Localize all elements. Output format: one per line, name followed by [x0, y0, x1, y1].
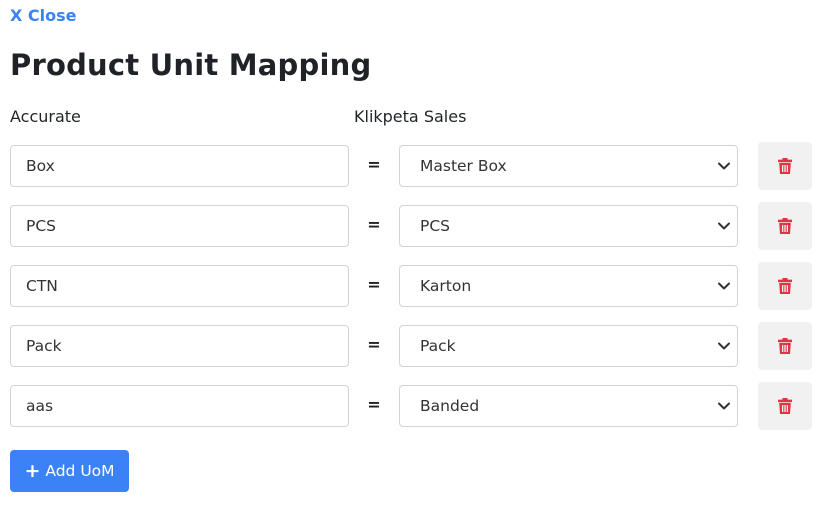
trash-icon — [778, 278, 792, 294]
equals-sign: = — [367, 395, 381, 414]
klikpeta-unit-select[interactable]: Master Box — [399, 145, 738, 187]
delete-row-button[interactable] — [758, 322, 812, 370]
accurate-unit-input[interactable] — [10, 205, 349, 247]
trash-icon — [778, 218, 792, 234]
equals-sign: = — [367, 275, 381, 294]
mapping-row: = Karton — [0, 262, 823, 322]
chevron-down-icon — [718, 402, 730, 410]
klikpeta-unit-select[interactable]: PCS — [399, 205, 738, 247]
klikpeta-unit-select-value: PCS — [420, 217, 451, 235]
delete-row-button[interactable] — [758, 202, 812, 250]
equals-sign: = — [367, 335, 381, 354]
delete-row-button[interactable] — [758, 142, 812, 190]
mapping-row: = Pack — [0, 322, 823, 382]
trash-icon — [778, 338, 792, 354]
trash-icon — [778, 158, 792, 174]
delete-row-button[interactable] — [758, 382, 812, 430]
mapping-row: = Master Box — [0, 142, 823, 202]
add-uom-button[interactable]: + Add UoM — [10, 450, 129, 492]
accurate-unit-input[interactable] — [10, 385, 349, 427]
equals-sign: = — [367, 155, 381, 174]
equals-sign: = — [367, 215, 381, 234]
klikpeta-unit-select[interactable]: Karton — [399, 265, 738, 307]
column-label-accurate: Accurate — [10, 107, 81, 126]
accurate-unit-input[interactable] — [10, 145, 349, 187]
klikpeta-unit-select[interactable]: Pack — [399, 325, 738, 367]
accurate-unit-input[interactable] — [10, 265, 349, 307]
column-label-klikpeta-sales: Klikpeta Sales — [354, 107, 467, 126]
accurate-unit-input[interactable] — [10, 325, 349, 367]
klikpeta-unit-select-value: Banded — [420, 397, 480, 415]
mapping-row: = Banded — [0, 382, 823, 442]
plus-icon: + — [24, 459, 41, 482]
delete-row-button[interactable] — [758, 262, 812, 310]
mapping-row: = PCS — [0, 202, 823, 262]
chevron-down-icon — [718, 162, 730, 170]
chevron-down-icon — [718, 282, 730, 290]
trash-icon — [778, 398, 792, 414]
close-link[interactable]: X Close — [10, 6, 77, 25]
chevron-down-icon — [718, 342, 730, 350]
klikpeta-unit-select-value: Karton — [420, 277, 472, 295]
klikpeta-unit-select-value: Master Box — [420, 157, 507, 175]
klikpeta-unit-select-value: Pack — [420, 337, 456, 355]
page-title: Product Unit Mapping — [10, 48, 372, 82]
chevron-down-icon — [718, 222, 730, 230]
add-uom-label: Add UoM — [45, 462, 115, 480]
mapping-list: = Master Box = PCS = Karton — [0, 142, 823, 442]
klikpeta-unit-select[interactable]: Banded — [399, 385, 738, 427]
